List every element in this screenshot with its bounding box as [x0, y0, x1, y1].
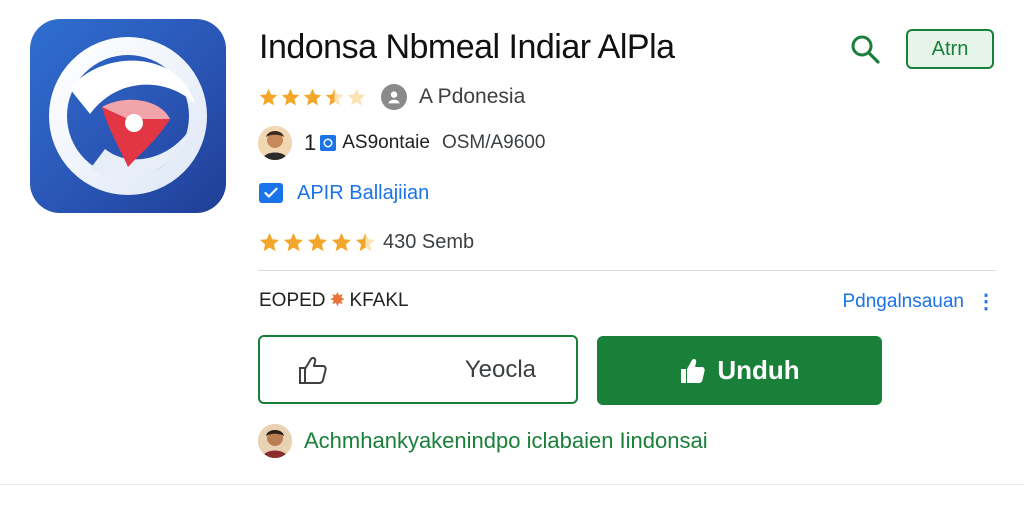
more-link[interactable]: Pdngalnsauan ⋮: [843, 289, 997, 314]
star-icon: [347, 88, 366, 105]
star-icon: [283, 232, 304, 251]
thumbs-up-icon: [299, 356, 327, 384]
download-button[interactable]: Unduh: [597, 336, 882, 405]
app-icon: [30, 19, 226, 213]
more-link-label: Pdngalnsauan: [842, 290, 965, 312]
star-icon: [355, 232, 376, 251]
review-rating-row: 430 Semb: [258, 227, 474, 257]
star-icon: [325, 88, 344, 105]
star-icon: [303, 88, 322, 105]
note-text[interactable]: Achmhankyakenindpo iclabaien Iindonsai: [304, 428, 708, 454]
section-label-left: EOPED: [259, 289, 326, 311]
star-icon: [281, 88, 300, 105]
note-row: Achmhankyakenindpo iclabaien Iindonsai: [258, 423, 708, 459]
app-title: Indonsa Nbmeal Indiar AlPla: [259, 28, 675, 66]
review-count: 430 Semb: [383, 230, 475, 253]
developer-name: AS9ontaie: [342, 132, 430, 153]
developer-count: 1: [304, 130, 317, 155]
category-label: APIR Ballajiian: [297, 181, 430, 204]
star-icon: [307, 232, 328, 251]
more-vert-icon[interactable]: ⋮: [976, 289, 996, 314]
category-icon: [259, 183, 283, 203]
section-label: EOPED ✸ KFAKL: [259, 289, 409, 312]
divider: [258, 270, 996, 271]
search-icon[interactable]: [848, 32, 882, 66]
star-rating: [258, 87, 367, 108]
developer-row[interactable]: 1 AS9ontaie OSM/A9600: [258, 125, 545, 161]
header-action-label: Atrn: [931, 37, 969, 60]
star-rating: [258, 231, 377, 254]
star-icon: [259, 232, 280, 251]
verified-badge-icon: [320, 135, 337, 151]
star-icon: [259, 88, 278, 105]
download-size: OSM/A9600: [441, 132, 546, 153]
header-action-button[interactable]: Atrn: [906, 29, 994, 69]
like-button[interactable]: Yeocla: [258, 335, 578, 404]
region-label: A Pdonesia: [419, 85, 526, 108]
star-icon: [331, 232, 352, 251]
spark-icon: ✸: [329, 290, 346, 311]
category-row[interactable]: APIR Ballajiian: [259, 180, 429, 206]
developer-avatar: [258, 126, 292, 160]
section-label-right: KFAKL: [349, 289, 409, 311]
note-avatar: [258, 424, 292, 458]
like-button-label: Yeocla: [464, 355, 536, 383]
globe-icon: [381, 84, 407, 110]
thumbs-up-icon: [681, 358, 705, 383]
bottom-divider: [0, 484, 1024, 485]
download-button-label: Unduh: [717, 355, 800, 385]
rating-row: A Pdonesia: [258, 82, 525, 112]
